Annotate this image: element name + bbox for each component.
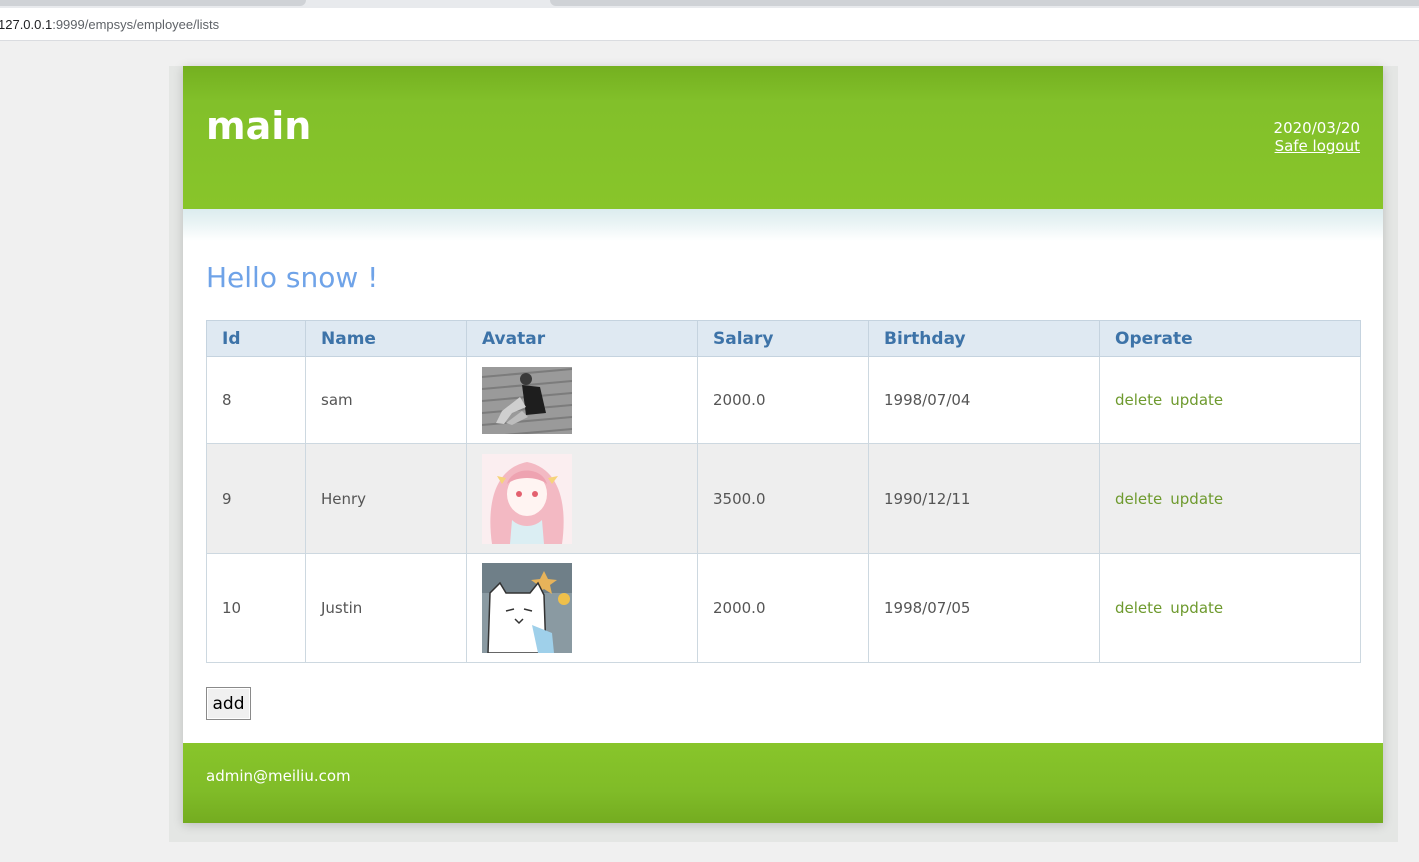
browser-tab[interactable] — [0, 0, 306, 6]
column-header-operate: Operate — [1099, 320, 1361, 357]
column-header-avatar: Avatar — [466, 320, 698, 357]
address-bar[interactable]: 127.0.0.1:9999/empsys/employee/lists — [0, 8, 1419, 41]
cell-avatar — [466, 553, 698, 663]
cell-salary: 3500.0 — [697, 443, 869, 554]
page-container: main 2020/03/20 Safe logout Hello snow !… — [183, 66, 1383, 823]
cell-birthday: 1990/12/11 — [868, 443, 1100, 554]
cell-birthday: 1998/07/05 — [868, 553, 1100, 663]
browser-tab[interactable] — [550, 0, 1419, 6]
browser-tab-strip — [0, 0, 1419, 8]
cell-birthday: 1998/07/04 — [868, 356, 1100, 444]
employee-table: Id Name Avatar Salary Birthday Operate 8… — [206, 320, 1361, 663]
url-host: 127.0.0.1 — [0, 17, 53, 32]
header-subbar — [183, 209, 1383, 241]
table-row: 9 Henry 3500.0 1990/12/11 delete update — [206, 443, 1361, 554]
cell-name: Henry — [305, 443, 467, 554]
update-link[interactable]: update — [1170, 599, 1223, 617]
avatar-image — [482, 563, 572, 653]
table-row: 8 sam 2000.0 1998/07/04 delete update — [206, 356, 1361, 444]
delete-link[interactable]: delete — [1115, 490, 1162, 508]
table-row: 10 Justin 2000.0 1998/07/05 delete updat… — [206, 553, 1361, 663]
column-header-salary: Salary — [697, 320, 869, 357]
cell-id: 8 — [206, 356, 306, 444]
cell-operate: delete update — [1099, 443, 1361, 554]
cell-salary: 2000.0 — [697, 553, 869, 663]
delete-link[interactable]: delete — [1115, 391, 1162, 409]
column-header-id: Id — [206, 320, 306, 357]
cell-id: 9 — [206, 443, 306, 554]
greeting-heading: Hello snow ! — [206, 261, 379, 294]
add-button[interactable]: add — [206, 687, 251, 720]
cell-name: sam — [305, 356, 467, 444]
site-title: main — [206, 104, 312, 148]
cell-id: 10 — [206, 553, 306, 663]
cell-salary: 2000.0 — [697, 356, 869, 444]
current-date: 2020/03/20 — [1273, 119, 1360, 137]
column-header-birthday: Birthday — [868, 320, 1100, 357]
cell-name: Justin — [305, 553, 467, 663]
update-link[interactable]: update — [1170, 391, 1223, 409]
cell-avatar — [466, 356, 698, 444]
site-header: main 2020/03/20 Safe logout — [183, 66, 1383, 209]
cell-avatar — [466, 443, 698, 554]
table-header-row: Id Name Avatar Salary Birthday Operate — [206, 320, 1361, 357]
column-header-name: Name — [305, 320, 467, 357]
url-text[interactable]: 127.0.0.1:9999/empsys/employee/lists — [0, 17, 219, 32]
site-footer: admin@meiliu.com — [183, 743, 1383, 823]
url-path: :9999/empsys/employee/lists — [52, 17, 220, 32]
avatar-image — [482, 366, 572, 434]
header-info: 2020/03/20 Safe logout — [1274, 119, 1360, 155]
logout-link[interactable]: Safe logout — [1274, 137, 1360, 155]
update-link[interactable]: update — [1170, 490, 1223, 508]
avatar-image — [482, 453, 572, 544]
cell-operate: delete update — [1099, 356, 1361, 444]
footer-email: admin@meiliu.com — [206, 767, 351, 785]
delete-link[interactable]: delete — [1115, 599, 1162, 617]
cell-operate: delete update — [1099, 553, 1361, 663]
